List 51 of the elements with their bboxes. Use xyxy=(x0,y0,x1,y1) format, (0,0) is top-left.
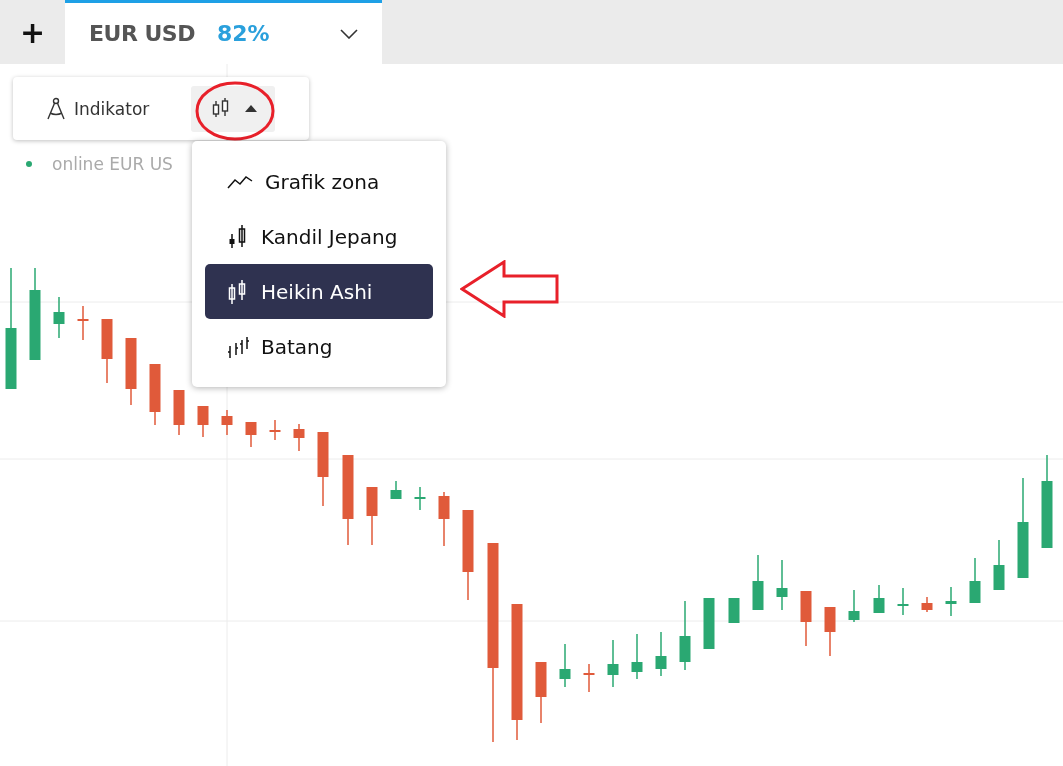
candle xyxy=(390,480,402,500)
candle xyxy=(631,633,643,680)
asset-tab[interactable]: EUR USD 82% xyxy=(65,0,382,64)
candle xyxy=(535,661,547,724)
candle xyxy=(655,631,667,677)
chart-type-option[interactable]: Kandil Jepang xyxy=(205,209,433,264)
add-tab-button[interactable]: + xyxy=(0,0,65,64)
candle xyxy=(679,600,691,671)
candle xyxy=(897,587,909,616)
candle xyxy=(149,363,161,426)
candle xyxy=(969,557,981,604)
candle xyxy=(824,606,836,657)
candle xyxy=(583,663,595,693)
chart-type-button[interactable] xyxy=(191,85,275,132)
bar-chart-icon xyxy=(227,335,249,358)
candle xyxy=(293,423,305,452)
chevron-down-icon[interactable] xyxy=(340,28,358,39)
candle xyxy=(53,296,65,339)
candle xyxy=(245,421,257,448)
asset-symbol: EUR USD xyxy=(89,21,195,46)
candle xyxy=(269,419,281,441)
candle xyxy=(101,318,113,384)
candle xyxy=(414,486,426,511)
compass-icon xyxy=(46,96,66,121)
candle xyxy=(77,305,89,341)
candle xyxy=(752,554,764,611)
candle xyxy=(776,559,788,611)
chart-type-option[interactable]: Batang xyxy=(205,319,433,374)
candle xyxy=(173,389,185,436)
candle xyxy=(366,486,378,546)
candle xyxy=(703,597,715,650)
candle xyxy=(197,405,209,438)
candle xyxy=(993,539,1005,591)
candle xyxy=(438,491,450,547)
candle xyxy=(221,409,233,436)
payout-percent: 82% xyxy=(216,21,270,46)
candle xyxy=(607,639,619,688)
indicator-button[interactable]: Indikator xyxy=(46,96,191,121)
candle xyxy=(945,586,957,617)
candle xyxy=(125,337,137,406)
candle xyxy=(848,589,860,623)
candle xyxy=(873,584,885,614)
line-chart-icon xyxy=(227,174,253,189)
candle xyxy=(728,597,740,624)
candle xyxy=(921,596,933,613)
chart-type-option[interactable]: Grafik zona xyxy=(205,154,433,209)
candle xyxy=(559,643,571,688)
chart-type-option[interactable]: Heikin Ashi xyxy=(205,264,433,319)
candle xyxy=(800,590,812,647)
caret-up-icon xyxy=(245,105,257,112)
status-text: online EUR US xyxy=(52,154,173,174)
